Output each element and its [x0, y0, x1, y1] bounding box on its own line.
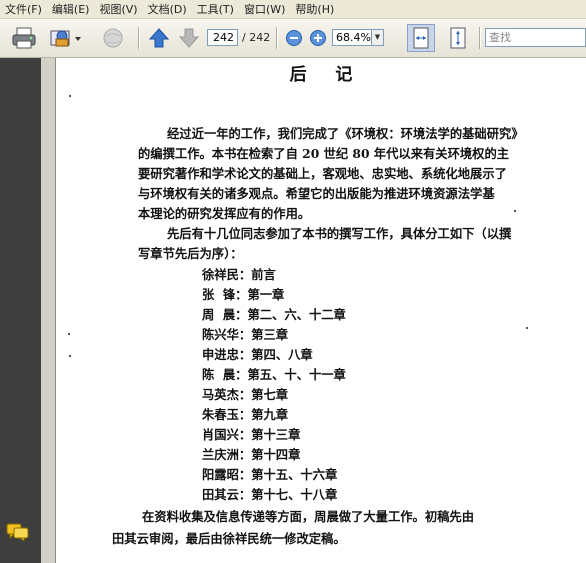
- fit-page-icon: [450, 27, 466, 49]
- assignment-item: 申进忠：第四、八章: [202, 347, 313, 362]
- assignment-item: 马英杰：第七章: [202, 387, 289, 402]
- page-total: / 242: [242, 31, 271, 44]
- page-number-input[interactable]: 242: [207, 29, 238, 46]
- paragraph-line: 先后有十几位同志参加了本书的撰写工作，具体分工如下（以撰: [167, 226, 512, 241]
- paragraph-line: 本理论的研究发挥应有的作用。: [138, 206, 311, 221]
- menu-bar: 文件(F) 编辑(E) 视图(V) 文档(D) 工具(T) 窗口(W) 帮助(H…: [0, 0, 586, 19]
- page-gutter: [41, 58, 55, 563]
- assignment-item: 兰庆洲：第十四章: [202, 447, 301, 462]
- fit-width-icon: [413, 27, 429, 49]
- assignment-item: 肖国兴：第十三章: [202, 427, 301, 442]
- fit-page-button[interactable]: [444, 24, 472, 52]
- assignment-item: 田其云：第十七、十八章: [202, 487, 338, 502]
- assignment-item: 阳露昭：第十五、十六章: [202, 467, 338, 482]
- menu-edit[interactable]: 编辑(E): [47, 1, 95, 17]
- assignment-item: 陈 晨：第五、十、十一章: [202, 367, 346, 382]
- paragraph-line: 在资料收集及信息传递等方面，周晨做了大量工作。初稿先由: [142, 509, 475, 524]
- document-page: 后 记 经过近一年的工作，我们完成了《环境权：环境法学的基础研究》 的编撰工作。…: [55, 58, 586, 563]
- assignment-item: 周 晨：第二、六、十二章: [202, 307, 346, 322]
- print-button[interactable]: [10, 25, 38, 51]
- paragraph-line: 要研究著作和学术论文的基础上，客观地、忠实地、系统化地展示了: [138, 166, 507, 181]
- assignment-item: 陈兴华：第三章: [202, 327, 289, 342]
- menu-tools[interactable]: 工具(T): [192, 1, 239, 17]
- share-icon: [50, 30, 81, 47]
- menu-help[interactable]: 帮助(H): [290, 1, 339, 17]
- assignment-item: 徐祥民：前言: [202, 267, 276, 282]
- zoom-in-button[interactable]: [308, 28, 328, 48]
- search-input[interactable]: 查找: [485, 28, 586, 47]
- page-title: 后 记: [289, 65, 354, 85]
- zoom-out-button[interactable]: [284, 28, 304, 48]
- printer-icon: [12, 27, 36, 49]
- zoom-input[interactable]: 68.4%: [332, 29, 372, 46]
- previous-page-button[interactable]: [147, 26, 171, 50]
- toolbar: 242 / 242 68.4% ▼ 查找: [0, 19, 586, 58]
- paragraph-line: 的编撰工作。本书在检索了自 20 世纪 80 年代以来有关环境权的主: [138, 146, 510, 161]
- comments-icon[interactable]: [6, 522, 30, 542]
- menu-file[interactable]: 文件(F): [0, 1, 47, 17]
- arrow-down-icon: [178, 28, 200, 48]
- paragraph-line: 与环境权有关的诸多观点。希望它的出版能为推进环境资源法学基: [138, 186, 495, 201]
- paragraph-line: 经过近一年的工作，我们完成了《环境权：环境法学的基础研究》: [167, 126, 524, 141]
- menu-view[interactable]: 视图(V): [94, 1, 142, 17]
- assignment-item: 张 锋：第一章: [202, 287, 285, 302]
- share-button[interactable]: [47, 25, 83, 51]
- menu-document[interactable]: 文档(D): [143, 1, 192, 17]
- zoom-in-icon: [310, 30, 326, 46]
- globe-icon: [103, 28, 123, 48]
- menu-window[interactable]: 窗口(W): [239, 1, 290, 17]
- fit-width-button[interactable]: [407, 24, 435, 52]
- web-capture-button[interactable]: [100, 25, 128, 51]
- paragraph-line: 写章节先后为序）：: [138, 246, 243, 261]
- zoom-out-icon: [286, 30, 302, 46]
- zoom-dropdown[interactable]: ▼: [372, 29, 384, 46]
- paragraph-line: 田其云审阅，最后由徐祥民统一修改定稿。: [112, 531, 346, 546]
- arrow-up-icon: [148, 28, 170, 48]
- next-page-button[interactable]: [177, 26, 201, 50]
- navigation-pane: [0, 58, 41, 563]
- assignment-item: 朱春玉：第九章: [202, 407, 289, 422]
